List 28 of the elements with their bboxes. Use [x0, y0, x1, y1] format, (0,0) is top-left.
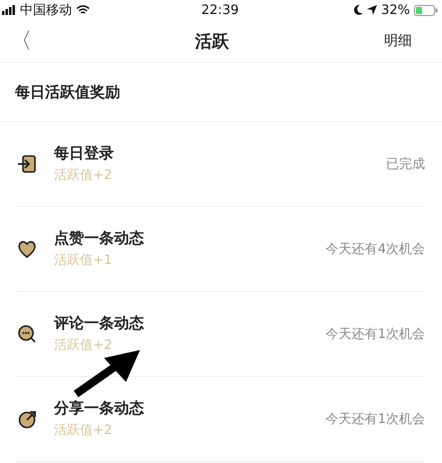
location-icon [367, 5, 378, 15]
task-title: 点赞一条动态 [54, 229, 145, 248]
battery-icon [414, 4, 438, 16]
carrier-name: 中国移动 [20, 2, 72, 19]
section-title: 每日活跃值奖励 [15, 82, 120, 102]
reward-text: 活跃值+2 [54, 422, 114, 439]
reward-text: 活跃值+2 [54, 167, 114, 184]
task-status: 今天还有1次机会 [326, 411, 425, 428]
back-button[interactable]: 〈 [10, 26, 40, 56]
moon-icon [354, 5, 364, 15]
reward-text: 活跃值+2 [54, 337, 114, 354]
reward-text: 活跃值+1 [54, 252, 114, 269]
signal-icon [2, 5, 16, 15]
task-status: 今天还有1次机会 [326, 326, 425, 343]
page-title: 活跃 [195, 30, 229, 52]
task-title: 每日登录 [54, 144, 115, 163]
task-title: 分享一条动态 [54, 399, 145, 418]
heart-icon [17, 239, 37, 259]
task-title: 评论一条动态 [54, 314, 145, 333]
details-button[interactable]: 明细 [384, 32, 412, 50]
task-status: 今天还有4次机会 [326, 241, 425, 258]
task-status: 已完成 [386, 156, 425, 173]
chat-bubble-icon [17, 324, 37, 344]
share-icon [17, 409, 37, 429]
login-icon [17, 154, 37, 174]
clock-time: 22:39 [201, 2, 239, 18]
battery-percent: 32% [381, 2, 410, 18]
wifi-icon [76, 5, 90, 15]
